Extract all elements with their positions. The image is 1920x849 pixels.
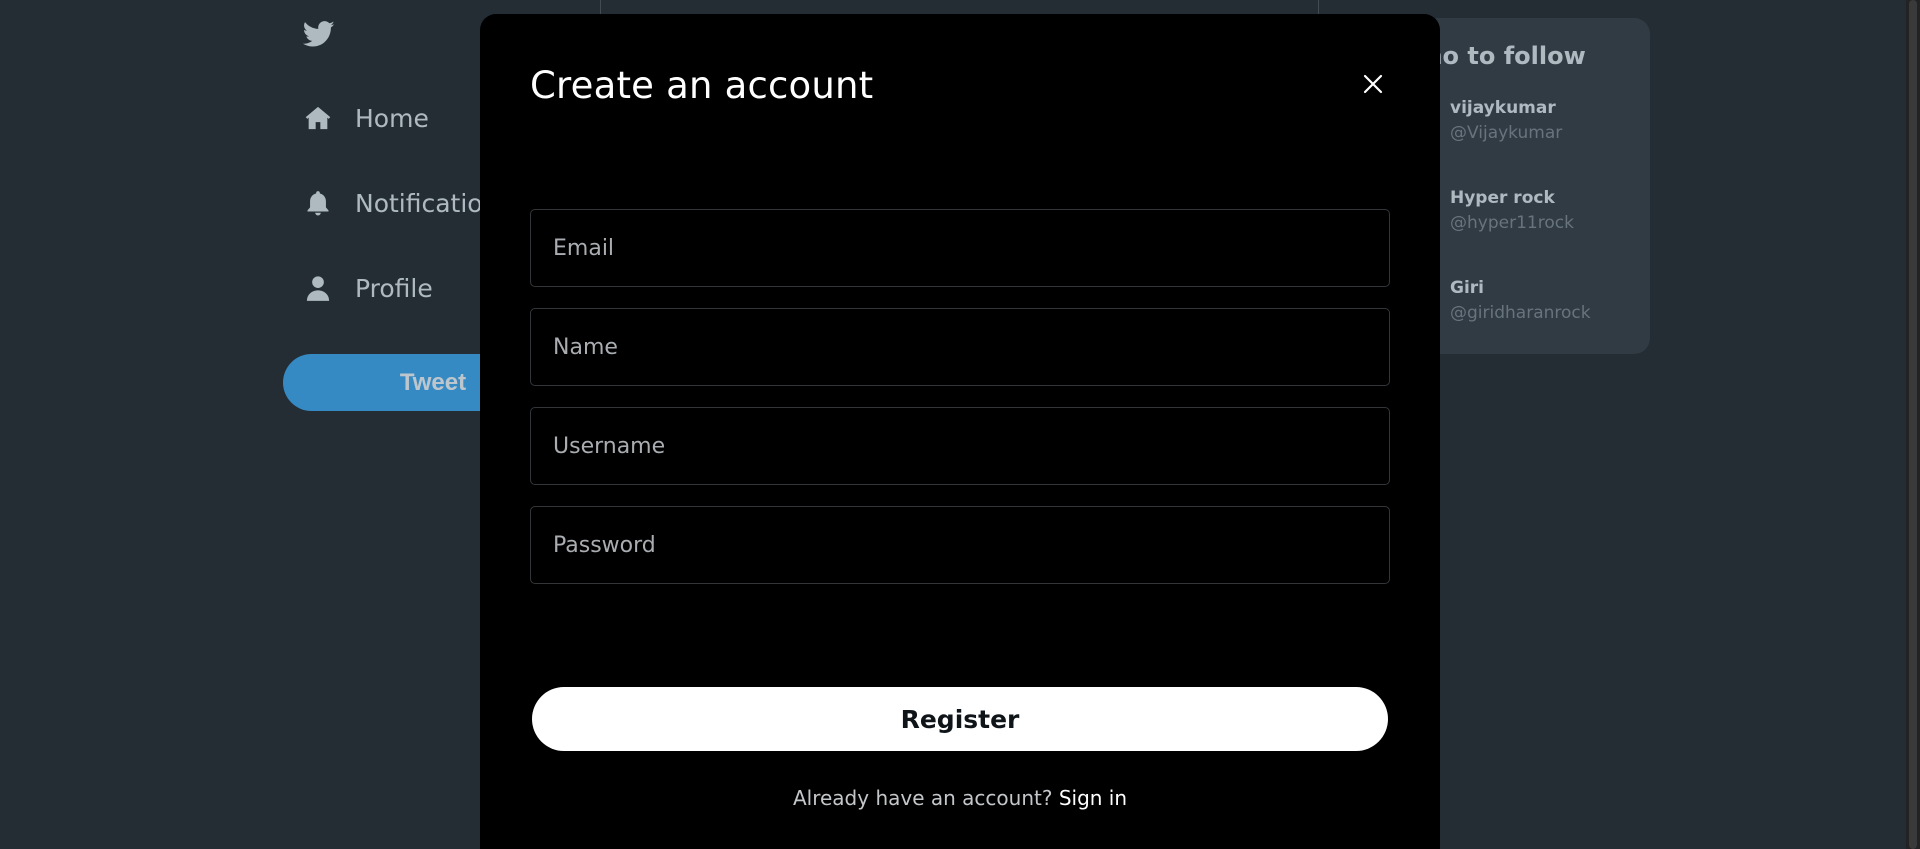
signin-link[interactable]: Sign in (1059, 786, 1127, 810)
page-scrollbar[interactable] (1906, 0, 1920, 849)
password-field[interactable] (530, 506, 1390, 584)
username-field[interactable] (530, 407, 1390, 485)
register-button[interactable]: Register (532, 687, 1388, 751)
create-account-dialog: Create an account Register Already have … (480, 14, 1440, 849)
scrollbar-thumb[interactable] (1909, 0, 1917, 849)
email-field[interactable] (530, 209, 1390, 287)
close-button[interactable] (1358, 70, 1388, 100)
signin-prompt-text: Already have an account? (792, 786, 1053, 810)
app-root: Home Notifications Profile Tweet Who to … (0, 0, 1920, 849)
close-icon (1362, 73, 1384, 98)
dialog-title: Create an account (530, 64, 874, 107)
signin-prompt: Already have an account? Sign in (480, 786, 1440, 810)
name-field[interactable] (530, 308, 1390, 386)
